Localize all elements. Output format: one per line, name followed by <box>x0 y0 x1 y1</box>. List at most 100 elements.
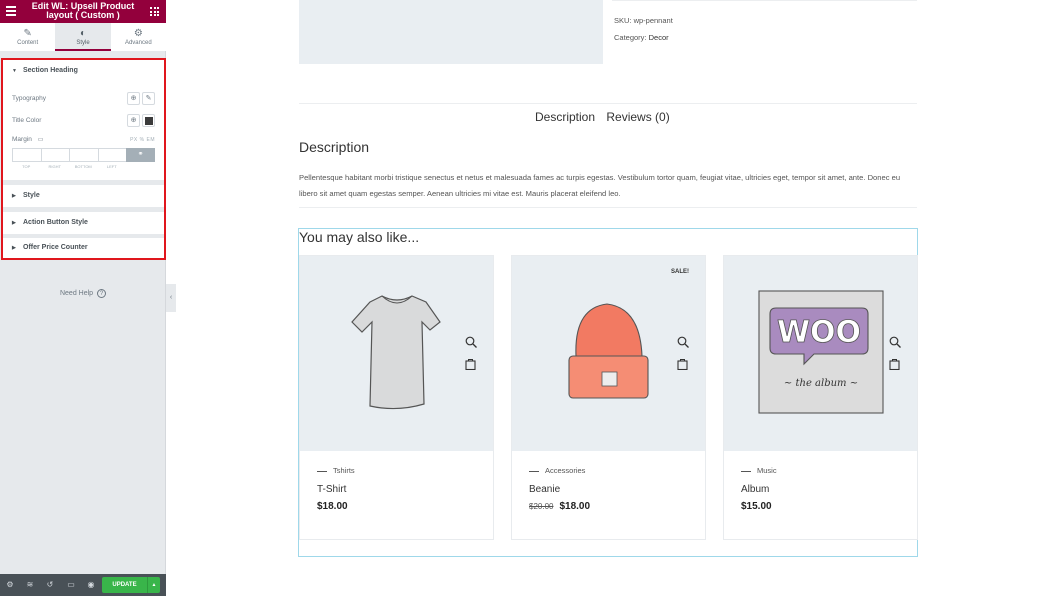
margin-control: Margin ▭ PX % EM <box>12 135 155 145</box>
tab-content[interactable]: ✎ Content <box>0 23 55 51</box>
desktop-icon[interactable]: ▭ <box>38 137 44 143</box>
sale-badge: SALE! <box>671 269 689 275</box>
preview-eye-icon[interactable]: ◉ <box>85 579 97 591</box>
product-card[interactable]: SALE! Accessories Beanie $20.00 $18.00 <box>511 255 706 540</box>
card-category[interactable]: Tshirts <box>317 466 355 475</box>
tab-advanced-label: Advanced <box>124 40 152 46</box>
category-link[interactable]: Decor <box>649 33 669 42</box>
upsell-heading: You may also like... <box>299 229 420 245</box>
title-color-control: Title Color ⊕ <box>12 114 155 128</box>
typography-control: Typography ⊕ ✎ <box>12 92 155 106</box>
margin-right-input[interactable] <box>40 148 69 162</box>
typography-label: Typography <box>12 95 46 102</box>
product-category: Category: Decor <box>614 29 673 46</box>
tab-reviews[interactable]: Reviews (0) <box>606 110 669 124</box>
album-image[interactable]: WOO ~ the album ~ <box>724 256 917 451</box>
responsive-icon[interactable]: ▭ <box>65 579 77 591</box>
caret-right-icon: ▶ <box>12 220 16 226</box>
card-category[interactable]: Accessories <box>529 466 585 475</box>
margin-bottom-input[interactable] <box>69 148 98 162</box>
caret-down-icon: ▼ <box>12 68 17 74</box>
card-title[interactable]: Beanie <box>529 484 560 495</box>
product-card[interactable]: WOO ~ the album ~ Music Album $15.00 <box>723 255 918 540</box>
product-card[interactable]: Tshirts T-Shirt $18.00 <box>299 255 494 540</box>
divider <box>299 207 917 208</box>
caret-right-icon: ▶ <box>12 193 16 199</box>
need-help-label: Need Help <box>59 290 94 297</box>
globe-icon[interactable]: ⊕ <box>127 114 140 127</box>
style-sections-highlight: ▼ Section Heading Typography ⊕ ✎ Title C… <box>1 58 166 260</box>
edit-pencil-icon[interactable]: ✎ <box>142 92 155 105</box>
update-options-caret-icon[interactable]: ▲ <box>147 577 160 593</box>
album-caption: ~ the album ~ <box>784 378 858 389</box>
quick-view-search-icon[interactable] <box>677 336 689 348</box>
product-meta: SKU: wp-pennant Category: Decor <box>614 12 673 46</box>
panel-title: Edit WL: Upsell Product layout ( Custom … <box>31 1 135 20</box>
widgets-grid-icon[interactable] <box>150 7 159 16</box>
need-help-link[interactable]: Need Help ? <box>0 289 166 298</box>
card-current-price: $18.00 <box>317 501 348 512</box>
tab-style[interactable]: ◐ Style <box>55 23 111 51</box>
woo-logo: WOO <box>777 315 861 350</box>
settings-gear-icon[interactable]: ⚙ <box>4 579 16 591</box>
add-to-cart-bag-icon[interactable] <box>465 358 476 370</box>
card-title[interactable]: T-Shirt <box>317 484 346 495</box>
section-heading-panel: ▼ Section Heading Typography ⊕ ✎ Title C… <box>3 60 164 180</box>
quick-view-search-icon[interactable] <box>889 336 901 348</box>
history-icon[interactable]: ↺ <box>44 579 56 591</box>
section-offer-price-counter[interactable]: ▶ Offer Price Counter <box>3 238 164 258</box>
dim-label-right: RIGHT <box>48 164 61 169</box>
update-button[interactable]: UPDATE <box>102 577 147 593</box>
beanie-image[interactable]: SALE! <box>512 256 705 451</box>
globe-icon[interactable]: ⊕ <box>127 92 140 105</box>
section-style-label: Style <box>23 192 40 199</box>
card-current-price: $18.00 <box>559 501 591 512</box>
card-title[interactable]: Album <box>741 484 769 495</box>
question-icon: ? <box>97 289 107 298</box>
hamburger-menu-icon[interactable] <box>6 6 16 16</box>
dim-label-left: LEFT <box>106 164 117 169</box>
description-heading: Description <box>299 139 370 155</box>
tab-content-label: Content <box>17 40 39 46</box>
section-offer-price-label: Offer Price Counter <box>23 244 88 251</box>
collapse-panel-chevron-icon[interactable]: ‹ <box>166 284 176 312</box>
gear-icon: ⚙ <box>133 28 143 39</box>
add-to-cart-bag-icon[interactable] <box>889 358 900 370</box>
section-action-button-label: Action Button Style <box>23 219 88 226</box>
margin-left-input[interactable] <box>97 148 126 162</box>
card-category[interactable]: Music <box>741 466 777 475</box>
description-text: Pellentesque habitant morbi tristique se… <box>299 173 901 198</box>
section-style[interactable]: ▶ Style <box>3 185 164 207</box>
link-icon[interactable]: ⚭ <box>126 148 155 162</box>
divider <box>612 0 917 1</box>
tshirt-illustration <box>351 295 441 410</box>
card-price: $18.00 <box>317 501 348 512</box>
unit-switcher[interactable]: PX % EM <box>130 135 155 145</box>
card-old-price: $20.00 <box>529 502 554 511</box>
title-color-label: Title Color <box>12 117 42 124</box>
panel-tabs: ✎ Content ◐ Style ⚙ Advanced <box>0 23 166 51</box>
beanie-illustration <box>568 303 649 399</box>
add-to-cart-bag-icon[interactable] <box>677 358 688 370</box>
panel-footer: ⚙ ≋ ↺ ▭ ◉ UPDATE ▲ <box>0 574 166 596</box>
half-circle-icon: ◐ <box>79 28 87 39</box>
section-action-button-style[interactable]: ▶ Action Button Style <box>3 212 164 234</box>
margin-dim-labels: TOP RIGHT BOTTOM LEFT <box>12 164 126 169</box>
product-tabs: Description Reviews (0) <box>535 110 678 124</box>
margin-top-input[interactable] <box>12 148 41 162</box>
quick-view-search-icon[interactable] <box>465 336 477 348</box>
color-swatch[interactable] <box>142 114 155 127</box>
card-current-price: $15.00 <box>741 501 772 512</box>
card-price: $15.00 <box>741 501 772 512</box>
pencil-icon: ✎ <box>23 28 32 39</box>
tshirt-image[interactable] <box>300 256 493 451</box>
product-image-placeholder <box>299 0 603 64</box>
tab-description[interactable]: Description <box>535 110 595 124</box>
margin-label: Margin <box>12 136 32 143</box>
divider <box>299 103 917 104</box>
section-heading-toggle[interactable]: ▼ Section Heading <box>3 60 164 82</box>
product-sku: SKU: wp-pennant <box>614 16 673 25</box>
dim-label-bottom: BOTTOM <box>74 164 92 169</box>
tab-advanced[interactable]: ⚙ Advanced <box>111 23 166 51</box>
layers-icon[interactable]: ≋ <box>24 579 36 591</box>
